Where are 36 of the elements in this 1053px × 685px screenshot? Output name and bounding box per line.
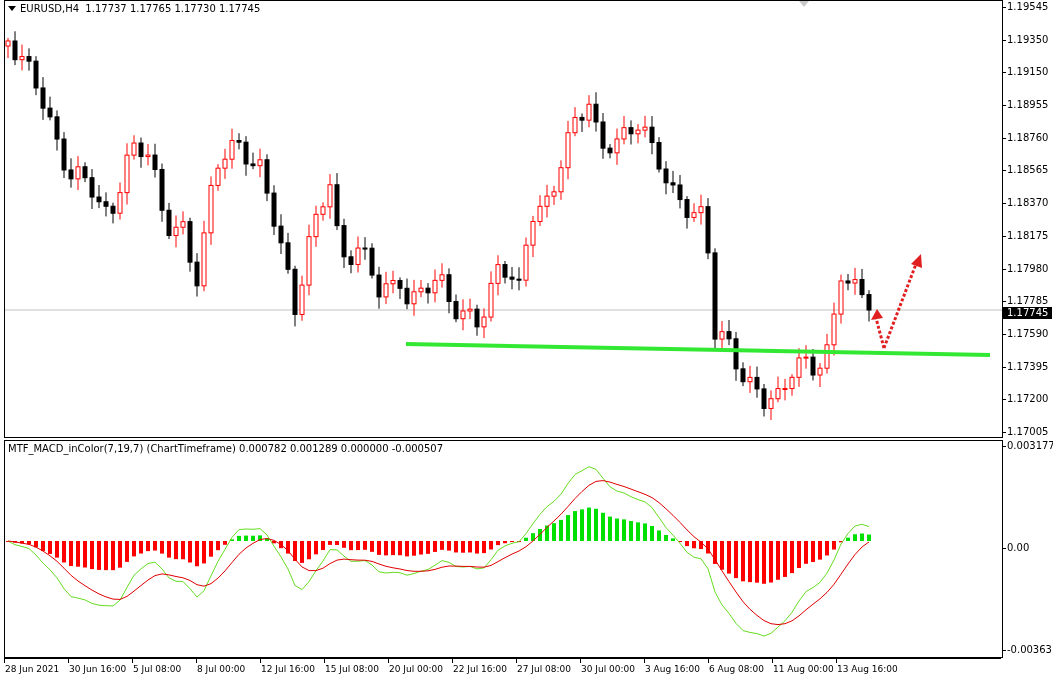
price-axis-label: 1.18175 (1003, 229, 1053, 242)
time-axis-label: 6 Aug 08:00 (708, 659, 772, 681)
time-axis-label: 27 Jul 08:00 (516, 659, 580, 681)
price-axis-label: 1.19545 (1003, 1, 1053, 13)
marker-triangle-icon (799, 1, 809, 7)
price-axis-label: 1.18370 (1003, 197, 1053, 210)
price-axis-label: 1.18955 (1003, 99, 1053, 112)
price-axis-label: 1.17005 (1003, 425, 1053, 438)
time-axis-label: 8 Jul 00:00 (196, 659, 260, 681)
price-axis-label: 1.19350 (1003, 33, 1053, 46)
time-axis-label: 15 Jul 08:00 (324, 659, 388, 681)
indicator-axis-label: -0.00363 (1003, 644, 1053, 656)
price-axis-label: 1.17590 (1003, 327, 1053, 340)
current-price-label: 1.17745 (1003, 307, 1053, 319)
price-axis-label: 1.19150 (1003, 66, 1053, 79)
time-axis-label: 5 Jul 08:00 (132, 659, 196, 681)
price-axis-label: 1.17785 (1003, 295, 1053, 308)
time-axis-label: 28 Jun 2021 (4, 659, 68, 681)
time-axis-label: 3 Aug 16:00 (644, 659, 708, 681)
time-axis-label: 13 Aug 16:00 (836, 659, 900, 681)
time-axis-label: 30 Jun 16:00 (68, 659, 132, 681)
indicator-axis-label: 0.00 (1003, 542, 1053, 554)
dropdown-triangle-icon[interactable] (8, 6, 16, 11)
indicator-header: MTF_MACD_inColor(7,19,7) (ChartTimeframe) 0.000782 0.001289 0.000000 -0.000507 (8, 443, 444, 454)
price-axis-label: 1.17980 (1003, 262, 1053, 275)
price-axis-label: 1.18565 (1003, 164, 1053, 177)
time-axis-label: 11 Aug 00:00 (772, 659, 836, 681)
time-axis-label: 20 Jul 00:00 (388, 659, 452, 681)
time-axis-label: 12 Jul 16:00 (260, 659, 324, 681)
price-axis-label: 1.17395 (1003, 360, 1053, 373)
time-axis-label: 22 Jul 16:00 (452, 659, 516, 681)
price-axis-label: 1.17200 (1003, 393, 1053, 406)
price-axis-label: 1.18760 (1003, 131, 1053, 144)
time-axis-label: 30 Jul 00:00 (580, 659, 644, 681)
indicator-axis-label: 0.003177 (1003, 440, 1053, 452)
chart-symbol-header: EURUSD,H4 1.17737 1.17765 1.17730 1.17745 (20, 3, 261, 14)
